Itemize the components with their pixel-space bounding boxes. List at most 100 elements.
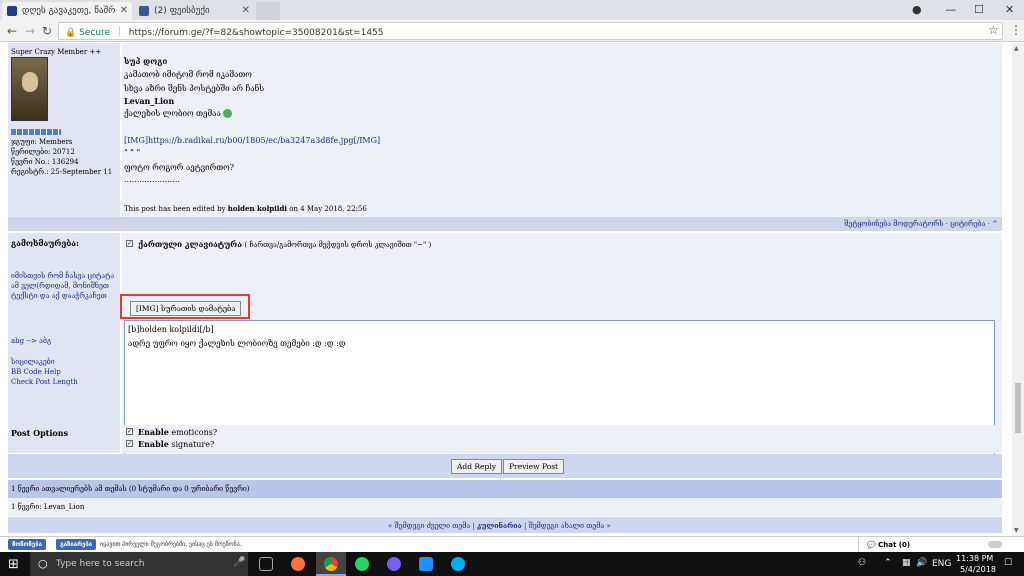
chat-label: Chat (0) [878, 541, 911, 549]
maximize-icon[interactable]: ☐ [974, 3, 984, 16]
menu-icon[interactable]: ⋮ [1010, 23, 1022, 37]
members-bar: 1 წევრი: Levan_Lion [8, 498, 1002, 516]
whatsapp-icon[interactable] [355, 557, 369, 571]
firefox-icon[interactable] [291, 557, 305, 571]
url-text: https://forum.ge/?f=82&showtopic=3500820… [128, 28, 384, 38]
members-online: 1 წევრი: Levan_Lion [11, 503, 85, 511]
chat-toggle[interactable] [988, 541, 1002, 548]
people-icon[interactable]: ⚇ [858, 558, 866, 568]
scrollbar-thumb[interactable] [1015, 383, 1021, 433]
georgian-keyboard-label: ქართული კლავიატურა ( ჩართვა/გამორთვა მეჭ… [138, 239, 431, 249]
back-icon[interactable]: ← [7, 24, 17, 38]
post-options-cell: ✓ Enable emoticons? ✓ Enable signature? [122, 425, 1002, 453]
scroll-down-icon[interactable]: ▼ [1014, 527, 1019, 534]
body-line-3: სხვა აზრი შენს პოსტებში არ ჩანს [124, 84, 265, 93]
skype-icon[interactable] [451, 557, 465, 571]
clock-time[interactable]: 11:38 PM [956, 554, 993, 563]
avatar [11, 57, 48, 121]
georgian-keyboard-text: ქართული კლავიატურა [138, 239, 242, 249]
close-tab-icon[interactable]: ✕ [120, 5, 128, 16]
author-registered: რეგისტრ.: 25-September 11 [11, 168, 113, 176]
forward-icon[interactable]: → [25, 24, 35, 38]
tab-forum-label: დღეს გავაკეთე, წაშრ [22, 6, 116, 16]
chrome-taskbar-active[interactable] [316, 552, 346, 576]
network-icon[interactable]: ▦ [902, 558, 911, 568]
close-window-icon[interactable]: ✕ [1005, 3, 1014, 16]
enable-emoticons-checkbox[interactable]: ✓ [126, 428, 133, 435]
post-actions[interactable]: შეტყობინება მოდერატორს · ციტირება · ^ [844, 220, 998, 228]
next-topic-link[interactable]: შემდეგი ახალი თემა » [529, 522, 611, 530]
taskbar-search-box[interactable]: ○ Type here to search 🎤 [30, 552, 248, 576]
tab-forum[interactable]: დღეს გავაკეთე, წაშრ ✕ [2, 2, 132, 20]
tray-up-icon[interactable]: ⌃ [884, 558, 892, 568]
reply-editor-panel: ✓ ქართული კლავიატურა ( ჩართვა/გამორთვა მ… [120, 233, 1002, 465]
fb-share-button[interactable]: გაზიარება [56, 539, 97, 550]
bookmark-star-icon[interactable]: ☆ [988, 23, 999, 37]
chrome-icon [324, 557, 338, 571]
language-indicator[interactable]: ENG [932, 559, 951, 569]
facebook-bar: მოწონება გაზიარება იყავით პირველი მეგობრ… [0, 536, 1024, 553]
scrollbar[interactable]: ▲ ▼ [1012, 43, 1024, 536]
post-options-label: Post Options [11, 428, 69, 438]
post-block: Super Crazy Member ++ ჯგუფი: Members წერ… [8, 43, 1002, 217]
profile-icon[interactable]: ● [912, 3, 922, 16]
enable-signature-checkbox[interactable]: ✓ [126, 440, 133, 447]
enable-signature-text: signature? [171, 440, 215, 449]
close-tab-icon[interactable]: ✕ [242, 5, 250, 16]
new-tab-button[interactable] [256, 2, 280, 20]
enable-emoticons-text: emoticons? [171, 428, 218, 437]
reload-icon[interactable]: ↻ [42, 24, 52, 38]
author-group: ჯგუფი: Members [11, 138, 73, 146]
add-reply-button[interactable]: Add Reply [451, 459, 502, 474]
edited-note: This post has been edited by holden kolp… [124, 204, 367, 213]
facebook-favicon-icon [139, 6, 149, 16]
enable-signature-bold: Enable [138, 439, 169, 449]
img-tag-link[interactable]: [IMG]https://b.radikal.ru/b00/1805/ec/ba… [124, 136, 380, 145]
chat-icon: 💬 [867, 541, 876, 549]
reply-text-line-2: ადრე უფრო იყო ქალეხის ლობიოზე თემები :დ … [128, 339, 346, 348]
browser-tab-bar: დღეს გავაკეთე, წაშრ ✕ (2) ფეისბუქი ✕ ● —… [0, 0, 1024, 20]
reply-text-line-1: [b]holden kolpildi[/b] [128, 325, 214, 334]
submit-bar: Add Reply Preview Post [8, 454, 1002, 478]
windows-start-icon[interactable]: ⊞ [8, 557, 19, 572]
topic-nav-bar: « შემდეგი ძველი თემა | კულინარია | შემდე… [8, 517, 1002, 533]
prev-topic-link[interactable]: « შემდეგი ძველი თემა [388, 522, 470, 530]
clock-date[interactable]: 5/4/2018 [960, 565, 996, 574]
reply-label: გამოხმაურება: [11, 238, 79, 248]
volume-icon[interactable]: 🔊 [916, 558, 927, 568]
check-length-link[interactable]: Check Post Length [11, 378, 78, 386]
edited-date: on 4 May 2018, 22:56 [289, 205, 367, 213]
bb-help-link[interactable]: BB Code Help [11, 368, 61, 376]
enable-signature-label: Enable signature? [138, 439, 214, 449]
microphone-icon[interactable]: 🎤 [233, 557, 245, 568]
georgian-keyboard-checkbox[interactable]: ✓ [126, 240, 133, 247]
task-view-icon[interactable] [259, 557, 273, 571]
post-body: სუპ დოგი კამათობ იმიტომ რომ იკამათო სხვა… [122, 43, 1002, 217]
author-panel: Super Crazy Member ++ ჯგუფი: Members წერ… [8, 43, 121, 217]
scroll-up-icon[interactable]: ▲ [1014, 45, 1019, 52]
body-line-5-text: ქალეხის ლობიო თემაა [124, 109, 221, 118]
taskbar-search-placeholder: Type here to search [56, 559, 145, 569]
body-line-1: სუპ დოგი [124, 56, 168, 66]
add-image-button[interactable]: [IMG] სურათის დამატება [130, 301, 242, 316]
chat-widget[interactable]: 💬 Chat (0) [858, 537, 1008, 553]
app-icon[interactable] [419, 557, 433, 571]
enable-emoticons-label: Enable emoticons? [138, 427, 217, 437]
post-options-label-cell: Post Options [8, 425, 121, 453]
tab-facebook[interactable]: (2) ფეისბუქი ✕ [134, 2, 254, 20]
current-forum-link[interactable]: კულინარია [477, 521, 522, 530]
minimize-icon[interactable]: — [945, 3, 956, 16]
post-actions-bar: შეტყობინება მოდერატორს · ციტირება · ^ [8, 217, 1002, 231]
emoticons-link[interactable]: სიცილაკები [11, 358, 55, 366]
topic-nav: « შემდეგი ძველი თემა | კულინარია | შემდე… [388, 521, 611, 530]
fb-like-button[interactable]: მოწონება [8, 539, 46, 550]
lock-icon: 🔒 [65, 28, 77, 38]
fb-like-text: იყავით პირველი მეგობრებში, ვისაც ეს მოეწ… [100, 541, 242, 548]
viber-icon[interactable] [387, 557, 401, 571]
abg-link[interactable]: abg --> აბგ [11, 337, 51, 345]
preview-post-button[interactable]: Preview Post [503, 459, 565, 474]
author-posts: წერილები: 20712 [11, 148, 75, 156]
notifications-icon[interactable]: ☐ [1004, 558, 1012, 568]
url-input[interactable]: 🔒 Secure https://forum.ge/?f=82&showtopi… [58, 22, 1003, 40]
keyboard-hint: ( ჩართვა/გამორთვა მეჭდვის დროს კლავიშით … [244, 241, 432, 249]
